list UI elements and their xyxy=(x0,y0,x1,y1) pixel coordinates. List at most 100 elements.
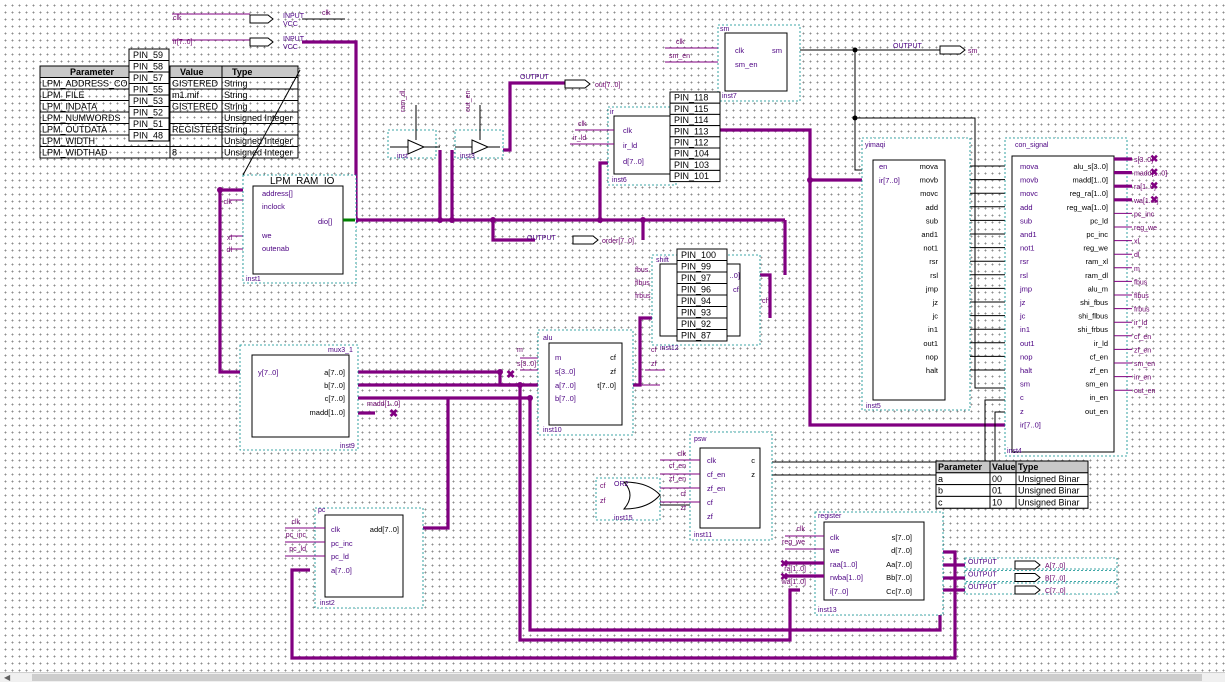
table-header-cell: Parameter xyxy=(938,462,983,472)
con-title: con_signal xyxy=(1015,142,1049,149)
con-out-ram_dl: ram_dl xyxy=(1085,271,1108,280)
con-sig-dl: dl xyxy=(1134,252,1140,259)
reg-output-ports[interactable]: OUTPUT A[7..0] OUTPUT B[7..0] OUTPUT C[7..0] xyxy=(964,557,1118,595)
lpm-ram-io-block[interactable]: LPM_RAM_IO address[] inclock we outenab … xyxy=(223,174,357,284)
pin-label: PIN_97 xyxy=(681,273,711,283)
table-cell: LPM_INDATA xyxy=(42,102,97,112)
psw-inst: inst11 xyxy=(694,532,712,539)
pin-label: PIN_92 xyxy=(681,319,711,329)
pin-label: PIN_87 xyxy=(681,331,711,341)
pin-label: PIN_58 xyxy=(133,62,163,72)
con-sig-in_en: in_en xyxy=(1134,375,1151,382)
psw-block[interactable]: psw clk cf_en zf_en cf zf c z inst11 clk… xyxy=(660,431,773,541)
con-out-madd[1..0]: madd[1..0] xyxy=(1073,176,1108,185)
schematic-canvas[interactable]: Parameter Value Type LPM_ADDRESS_CO GISTERED… xyxy=(0,0,1225,672)
con-in-nop: nop xyxy=(1020,352,1033,361)
reg-inst: inst13 xyxy=(818,607,837,614)
con-in-c: c xyxy=(1020,393,1024,402)
reg-outport-name: C[7..0] xyxy=(1045,588,1066,595)
reg-outport-kind: OUTPUT xyxy=(968,572,998,579)
ram-sig-dl: dl xyxy=(227,247,233,254)
con-out-sm_en: sm_en xyxy=(1085,380,1108,389)
yimaqi-in-en: en xyxy=(879,162,887,171)
pc-in-inc: pc_inc xyxy=(331,539,353,548)
con-in-in1: in1 xyxy=(1020,325,1030,334)
alu-out-zf: zf xyxy=(610,367,617,376)
table-cell: LPM_ADDRESS_CO xyxy=(42,79,128,89)
sm-block[interactable]: sm clk sm_en sm inst7 clk sm_en xyxy=(669,24,801,102)
table-cell: LPM_OUTDATA xyxy=(42,125,107,135)
pin-label: PIN_100 xyxy=(681,250,716,260)
pin-list-a: PIN_59PIN_58PIN_57PIN_55PIN_53PIN_52PIN_… xyxy=(128,48,170,142)
con-out-shi_flbus: shi_flbus xyxy=(1078,312,1108,321)
table-cell: Unsigned Binar xyxy=(1018,486,1080,496)
register-block[interactable]: register clk we raa[1..0] rwba[1..0] i[7… xyxy=(780,511,944,616)
tri-buffer-inst[interactable]: ram_dl inst xyxy=(387,90,440,160)
table-header-cell: Type xyxy=(232,67,252,77)
table-cell: c xyxy=(938,497,943,507)
reg-out-cc: Cc[7..0] xyxy=(886,587,912,596)
sm-sig-smen: sm_en xyxy=(669,53,690,60)
output-port-sm[interactable]: OUTPUT sm xyxy=(893,43,978,55)
con-in-sm: sm xyxy=(1020,380,1030,389)
alu-in-s: s[3..0] xyxy=(555,367,575,376)
unconnected-x-icon: ✖ xyxy=(1150,154,1158,165)
reg-outport-kind: OUTPUT xyxy=(968,584,998,591)
con-sig-fbus: fbus xyxy=(1134,279,1148,286)
or2-gate[interactable]: OR2 inst15 cf zf xyxy=(595,477,661,522)
pc-block[interactable]: pc clk pc_inc pc_ld a[7..0] add[7..0] in… xyxy=(285,507,424,609)
con-in-rsr: rsr xyxy=(1020,257,1029,266)
table-cell: LPM_NUMWORDS xyxy=(42,113,121,123)
alu-out-cf: cf xyxy=(610,353,617,362)
shift-sig-cf: cf xyxy=(762,298,768,305)
alu-sig-cf: cf xyxy=(651,347,657,354)
reg-outport-kind: OUTPUT xyxy=(968,559,998,566)
pin-label: PIN_93 xyxy=(681,308,711,318)
port-input-label: INPUT xyxy=(283,13,305,20)
con-sig-zf_en: zf_en xyxy=(1134,347,1151,354)
tri2-inst: inst3 xyxy=(460,153,475,160)
table-cell: Unsigned Integer xyxy=(224,113,293,123)
pin-label: PIN_52 xyxy=(133,108,163,118)
table-cell: LPM_WIDTH xyxy=(42,136,95,146)
con-sig-flbus: flbus xyxy=(1134,293,1149,300)
yimaqi-out-jz: jz xyxy=(932,298,939,307)
reg-outport-name: A[7..0] xyxy=(1045,563,1065,570)
scrollbar-thumb[interactable] xyxy=(32,674,1202,681)
pin-label: PIN_59 xyxy=(133,50,163,60)
pin-label: PIN_118 xyxy=(674,93,708,103)
yimaqi-out-out1: out1 xyxy=(923,339,938,348)
con-out-in_en: in_en xyxy=(1090,393,1108,402)
con-sig-reg_we: reg_we xyxy=(1134,225,1157,232)
yimaqi-out-jc: jc xyxy=(932,312,939,321)
con-sig-out_en: out_en xyxy=(1134,388,1156,395)
input-port-ir[interactable]: ir[7..0] INPUT VCC xyxy=(172,36,305,51)
psw-in-cfen: cf_en xyxy=(707,470,725,479)
shift-out-cf: cf xyxy=(733,285,740,294)
output-port-order[interactable]: OUTPUT order[7..0] xyxy=(527,235,634,245)
con-out-reg_we: reg_we xyxy=(1083,244,1108,253)
con-out-pc_inc: pc_inc xyxy=(1086,230,1108,239)
ir-inst: inst6 xyxy=(612,177,627,184)
unconnected-x-icon: ✖ xyxy=(780,559,788,570)
pin-label: PIN_96 xyxy=(681,285,711,295)
yimaqi-out-halt: halt xyxy=(926,366,939,375)
sm-in-smen: sm_en xyxy=(735,60,758,69)
yimaqi-out-in1: in1 xyxy=(928,325,938,334)
mux-parameter-table[interactable]: Parameter Value Type a 00 Unsigned Binar b 01 Un… xyxy=(935,460,1089,509)
shift-out-1: ..0] xyxy=(730,271,740,280)
or2-inst: inst15 xyxy=(614,515,633,522)
con-out-reg_wa[1..0]: reg_wa[1..0] xyxy=(1067,203,1108,212)
ir-block[interactable]: ir clk ir_ld d[7..0] inst6 clk ir_ld xyxy=(570,106,677,186)
con-signal-block[interactable]: con_signalmova movb movc add sub and1 not1 rsr r… xyxy=(1004,137,1167,457)
or2-sig-zf: zf xyxy=(600,498,606,505)
table-header-cell: Type xyxy=(1018,462,1038,472)
tri-buffer-inst3[interactable]: out_en inst3 xyxy=(454,90,504,160)
pin-label: PIN_114 xyxy=(674,115,708,125)
yimaqi-block[interactable]: yimaqi en ir[7..0] mova movb movc add sub and1 no… xyxy=(861,137,971,411)
yimaqi-out-movb: movb xyxy=(920,176,938,185)
mux-out-y: y[7..0] xyxy=(258,368,278,377)
table-cell: String xyxy=(224,125,248,135)
table-cell: REGISTERE xyxy=(172,125,224,135)
port-vcc-label: VCC xyxy=(283,44,298,51)
